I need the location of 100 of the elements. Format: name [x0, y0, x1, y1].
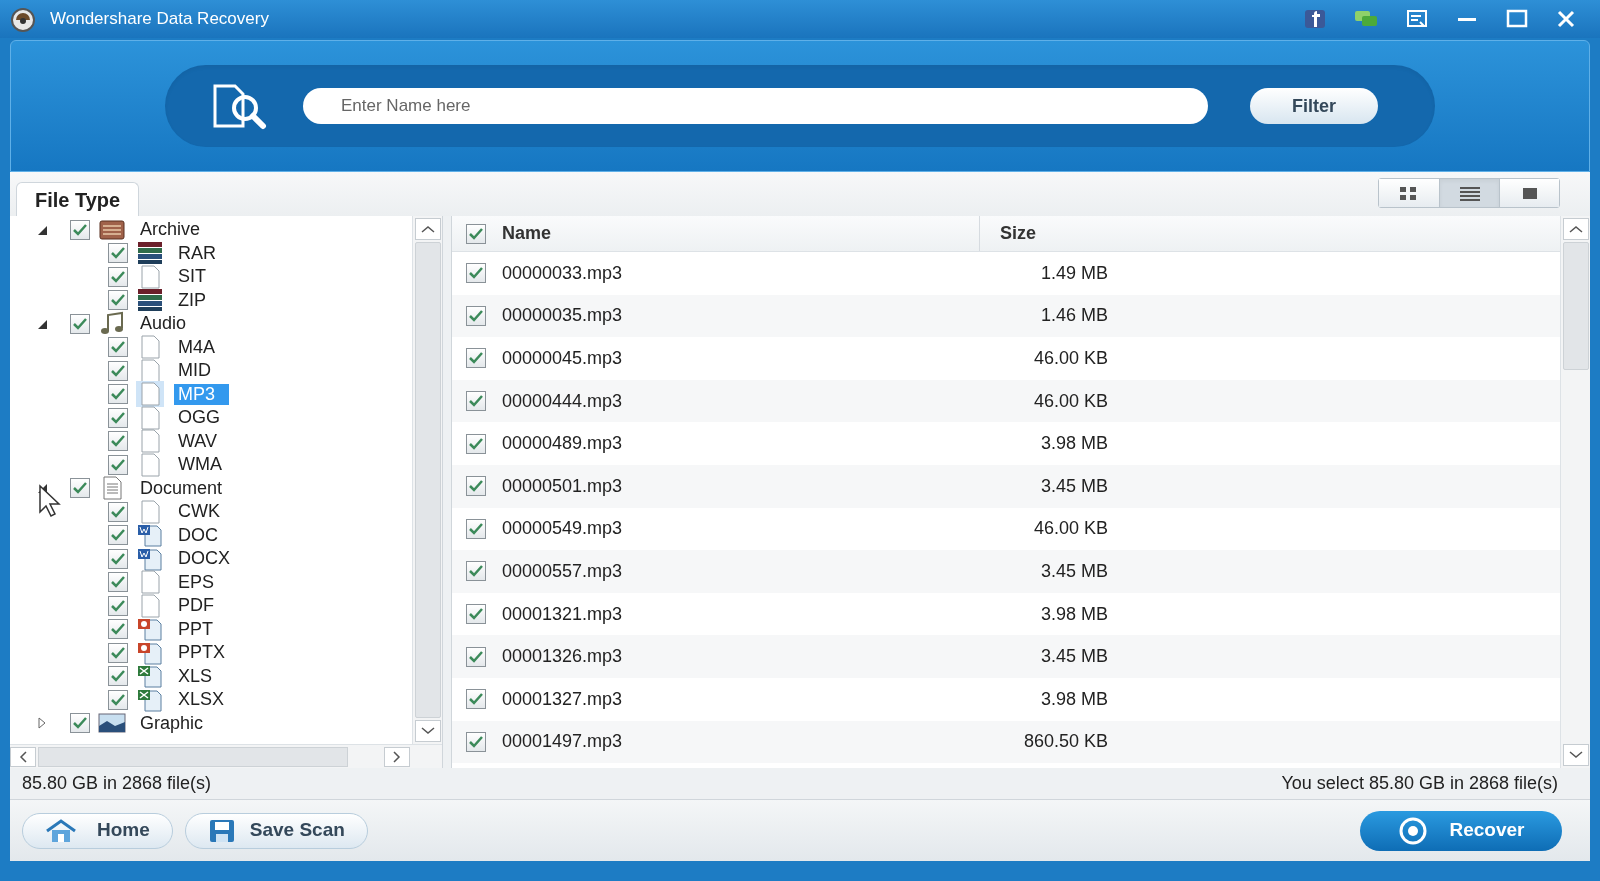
list-icon: [1458, 184, 1481, 202]
tree-item-label[interactable]: CWK: [174, 501, 224, 523]
save-scan-button[interactable]: Save Scan: [184, 812, 368, 849]
checkbox[interactable]: [70, 219, 90, 240]
file-size-cell-text: 3.98 MB: [1039, 432, 1108, 456]
tree-item-label[interactable]: XLSX: [174, 689, 229, 711]
checkbox[interactable]: [466, 518, 486, 539]
tree-item-label[interactable]: ZIP: [174, 289, 210, 311]
checkbox[interactable]: [108, 595, 128, 616]
scroll-right-button[interactable]: [384, 746, 410, 767]
save-icon: [207, 818, 236, 843]
checkbox[interactable]: [70, 713, 90, 734]
file-size-cell-text: 46.00 KB: [1032, 517, 1108, 541]
horizontal-scrollbar[interactable]: [10, 744, 442, 768]
grid-view-button[interactable]: [1379, 179, 1439, 207]
tree-item-label[interactable]: DOC: [174, 524, 222, 546]
maximize-icon[interactable]: [1506, 9, 1528, 29]
tree-item-label[interactable]: SIT: [174, 266, 210, 288]
register-icon[interactable]: [1406, 9, 1428, 29]
checkbox[interactable]: [108, 290, 128, 311]
tree-item-label[interactable]: WAV: [174, 430, 221, 452]
checkbox[interactable]: [108, 619, 128, 640]
file-name-cell-text: 00000549.mp3: [501, 517, 624, 541]
filter-button[interactable]: Filter: [1250, 88, 1378, 124]
column-header[interactable]: Name: [500, 216, 980, 251]
scroll-up-button[interactable]: [1562, 218, 1589, 240]
file-name-cell-text: 00000501.mp3: [501, 474, 624, 498]
tree-item-label[interactable]: M4A: [174, 336, 219, 358]
facebook-icon[interactable]: [1304, 9, 1326, 29]
tree-item-label[interactable]: DOCX: [174, 548, 234, 570]
tree-item-label[interactable]: Document: [136, 477, 227, 499]
checkbox[interactable]: [108, 384, 128, 405]
window-title: Wondershare Data Recovery: [50, 8, 269, 31]
tree-item-label[interactable]: RAR: [174, 242, 220, 264]
home-button[interactable]: Home: [22, 812, 173, 849]
checkbox[interactable]: [108, 501, 128, 522]
checkbox[interactable]: [108, 548, 128, 569]
search-field[interactable]: Enter Name here: [303, 88, 1208, 124]
checkbox[interactable]: [466, 561, 486, 582]
detail-view-button[interactable]: [1499, 179, 1559, 207]
tree-item-label[interactable]: Archive: [136, 219, 205, 241]
checkbox[interactable]: [108, 689, 128, 710]
checkbox[interactable]: [108, 572, 128, 593]
tree-item-label[interactable]: OGG: [174, 407, 224, 429]
checkbox[interactable]: [466, 604, 486, 625]
file-size-cell-text: 3.98 MB: [1039, 687, 1108, 711]
checkbox[interactable]: [70, 478, 90, 499]
checkbox[interactable]: [466, 263, 486, 284]
vertical-scrollbar[interactable]: [412, 216, 442, 744]
scroll-down-button[interactable]: [414, 720, 441, 742]
checkbox[interactable]: [466, 433, 486, 454]
vertical-scrollbar[interactable]: [1560, 216, 1590, 768]
scroll-down-button[interactable]: [1562, 744, 1589, 766]
checkbox[interactable]: [108, 360, 128, 381]
tree-item-label[interactable]: EPS: [174, 571, 219, 593]
scroll-thumb[interactable]: [1562, 242, 1589, 370]
word-document-icon: [136, 522, 164, 549]
home-icon: [45, 818, 77, 843]
file-size-cell-text: 3.45 MB: [1039, 474, 1108, 498]
scroll-thumb[interactable]: [38, 746, 348, 767]
scroll-thumb[interactable]: [414, 242, 441, 718]
close-icon[interactable]: [1556, 9, 1576, 29]
status-text: 85.80 GB in 2868 file(s): [22, 772, 212, 795]
checkbox[interactable]: [466, 305, 486, 326]
list-view-button[interactable]: [1439, 179, 1499, 207]
checkbox[interactable]: [466, 646, 486, 667]
recover-button[interactable]: Recover: [1360, 810, 1562, 851]
tree-item-label[interactable]: Graphic: [136, 712, 208, 734]
checkbox[interactable]: [70, 313, 90, 334]
checkbox[interactable]: [108, 642, 128, 663]
tree-item-label[interactable]: WMA: [174, 454, 226, 476]
checkbox[interactable]: [108, 454, 128, 475]
column-header[interactable]: Size: [980, 220, 1037, 247]
tree-item-label[interactable]: PPT: [174, 618, 217, 640]
scroll-up-button[interactable]: [414, 218, 441, 240]
tree-item-label[interactable]: MID: [174, 360, 215, 382]
file-name-cell-text: 00001321.mp3: [501, 602, 624, 626]
checkbox[interactable]: [108, 525, 128, 546]
tree-item-label[interactable]: PDF: [174, 595, 218, 617]
checkbox[interactable]: [108, 266, 128, 287]
file-type-tab[interactable]: File Type: [16, 182, 140, 216]
select-all-checkbox[interactable]: [466, 223, 486, 244]
checkbox[interactable]: [466, 731, 486, 752]
tree-item-label[interactable]: Audio: [136, 313, 191, 335]
checkbox[interactable]: [466, 689, 486, 710]
spreadsheet-document-icon: [136, 663, 164, 690]
presentation-document-icon: [136, 616, 164, 643]
checkbox[interactable]: [466, 476, 486, 497]
chat-icon[interactable]: [1354, 9, 1378, 29]
book-stack-icon: [136, 287, 164, 314]
checkbox[interactable]: [108, 243, 128, 264]
tree-item-label[interactable]: XLS: [174, 665, 217, 687]
checkbox[interactable]: [108, 431, 128, 452]
checkbox[interactable]: [108, 666, 128, 687]
checkbox[interactable]: [466, 391, 486, 412]
checkbox[interactable]: [108, 407, 128, 428]
tree-item-label[interactable]: PPTX: [174, 642, 229, 664]
checkbox[interactable]: [466, 348, 486, 369]
scroll-left-button[interactable]: [10, 746, 36, 767]
checkbox[interactable]: [108, 337, 128, 358]
